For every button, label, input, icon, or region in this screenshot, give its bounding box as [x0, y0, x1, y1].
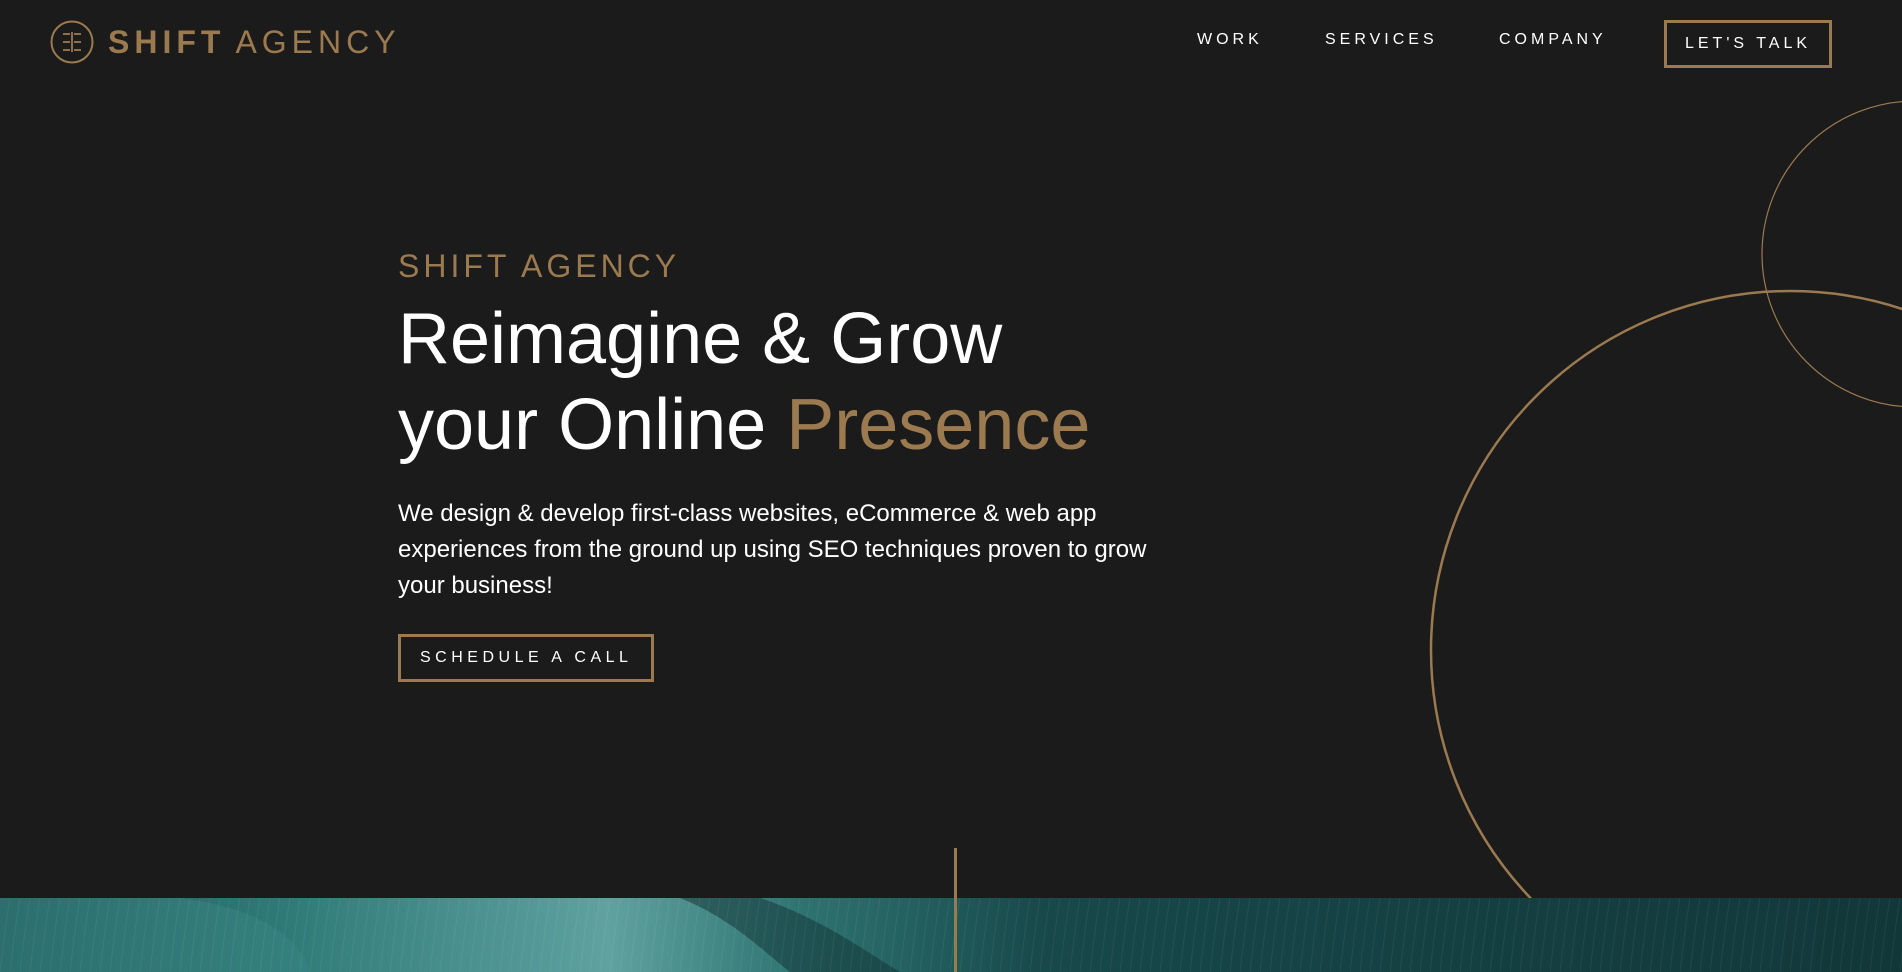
schedule-call-button[interactable]: SCHEDULE A CALL — [398, 634, 655, 682]
large-decorative-circle — [1429, 289, 1902, 972]
hero-eyebrow: SHIFT AGENCY — [398, 248, 681, 284]
small-decorative-circle — [1761, 100, 1902, 408]
hero-headline: Reimagine & Grow your Online Presence — [398, 296, 1158, 468]
hero-subcopy: We design & develop first-class websites… — [398, 500, 1147, 599]
lets-talk-button[interactable]: LET'S TALK — [1664, 20, 1832, 68]
texture-image — [0, 898, 1902, 972]
headline-line-1: Reimagine & Grow — [398, 299, 1003, 379]
hero-section: SHIFT AGENCY Reimagine & Grow your Onlin… — [398, 244, 1158, 682]
headline-accent-word: Presence — [786, 385, 1091, 465]
headline-line-2-prefix: your Online — [398, 385, 787, 465]
nav-item-work[interactable]: WORK — [1197, 20, 1263, 60]
nav-item-company[interactable]: COMPANY — [1499, 20, 1607, 60]
main-nav: WORK SERVICES COMPANY LET'S TALK — [0, 20, 1902, 68]
nav-item-services[interactable]: SERVICES — [1325, 20, 1438, 60]
vertical-divider-line — [954, 848, 957, 972]
page: SHIFT AGENCY WORK SERVICES COMPANY LET'S … — [0, 0, 1902, 972]
hero-texture-band — [0, 898, 1902, 972]
